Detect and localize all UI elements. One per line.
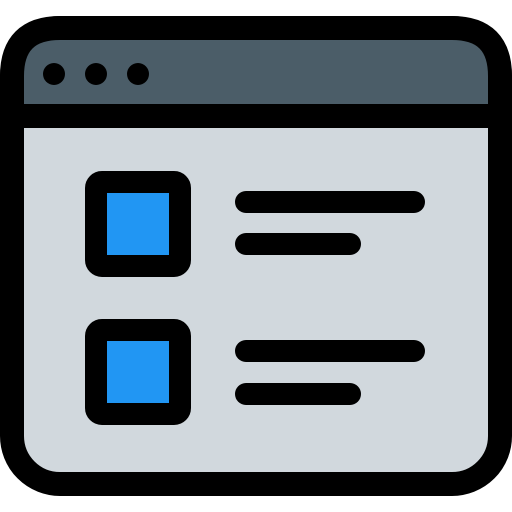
window-dot-icon[interactable] [127,63,149,85]
window-dot-icon[interactable] [43,63,65,85]
window-illustration [0,16,512,496]
window-dot-icon[interactable] [85,63,107,85]
square-thumbnail-icon [85,319,191,425]
browser-window-list-icon [0,0,512,512]
square-thumbnail-icon [85,171,191,277]
